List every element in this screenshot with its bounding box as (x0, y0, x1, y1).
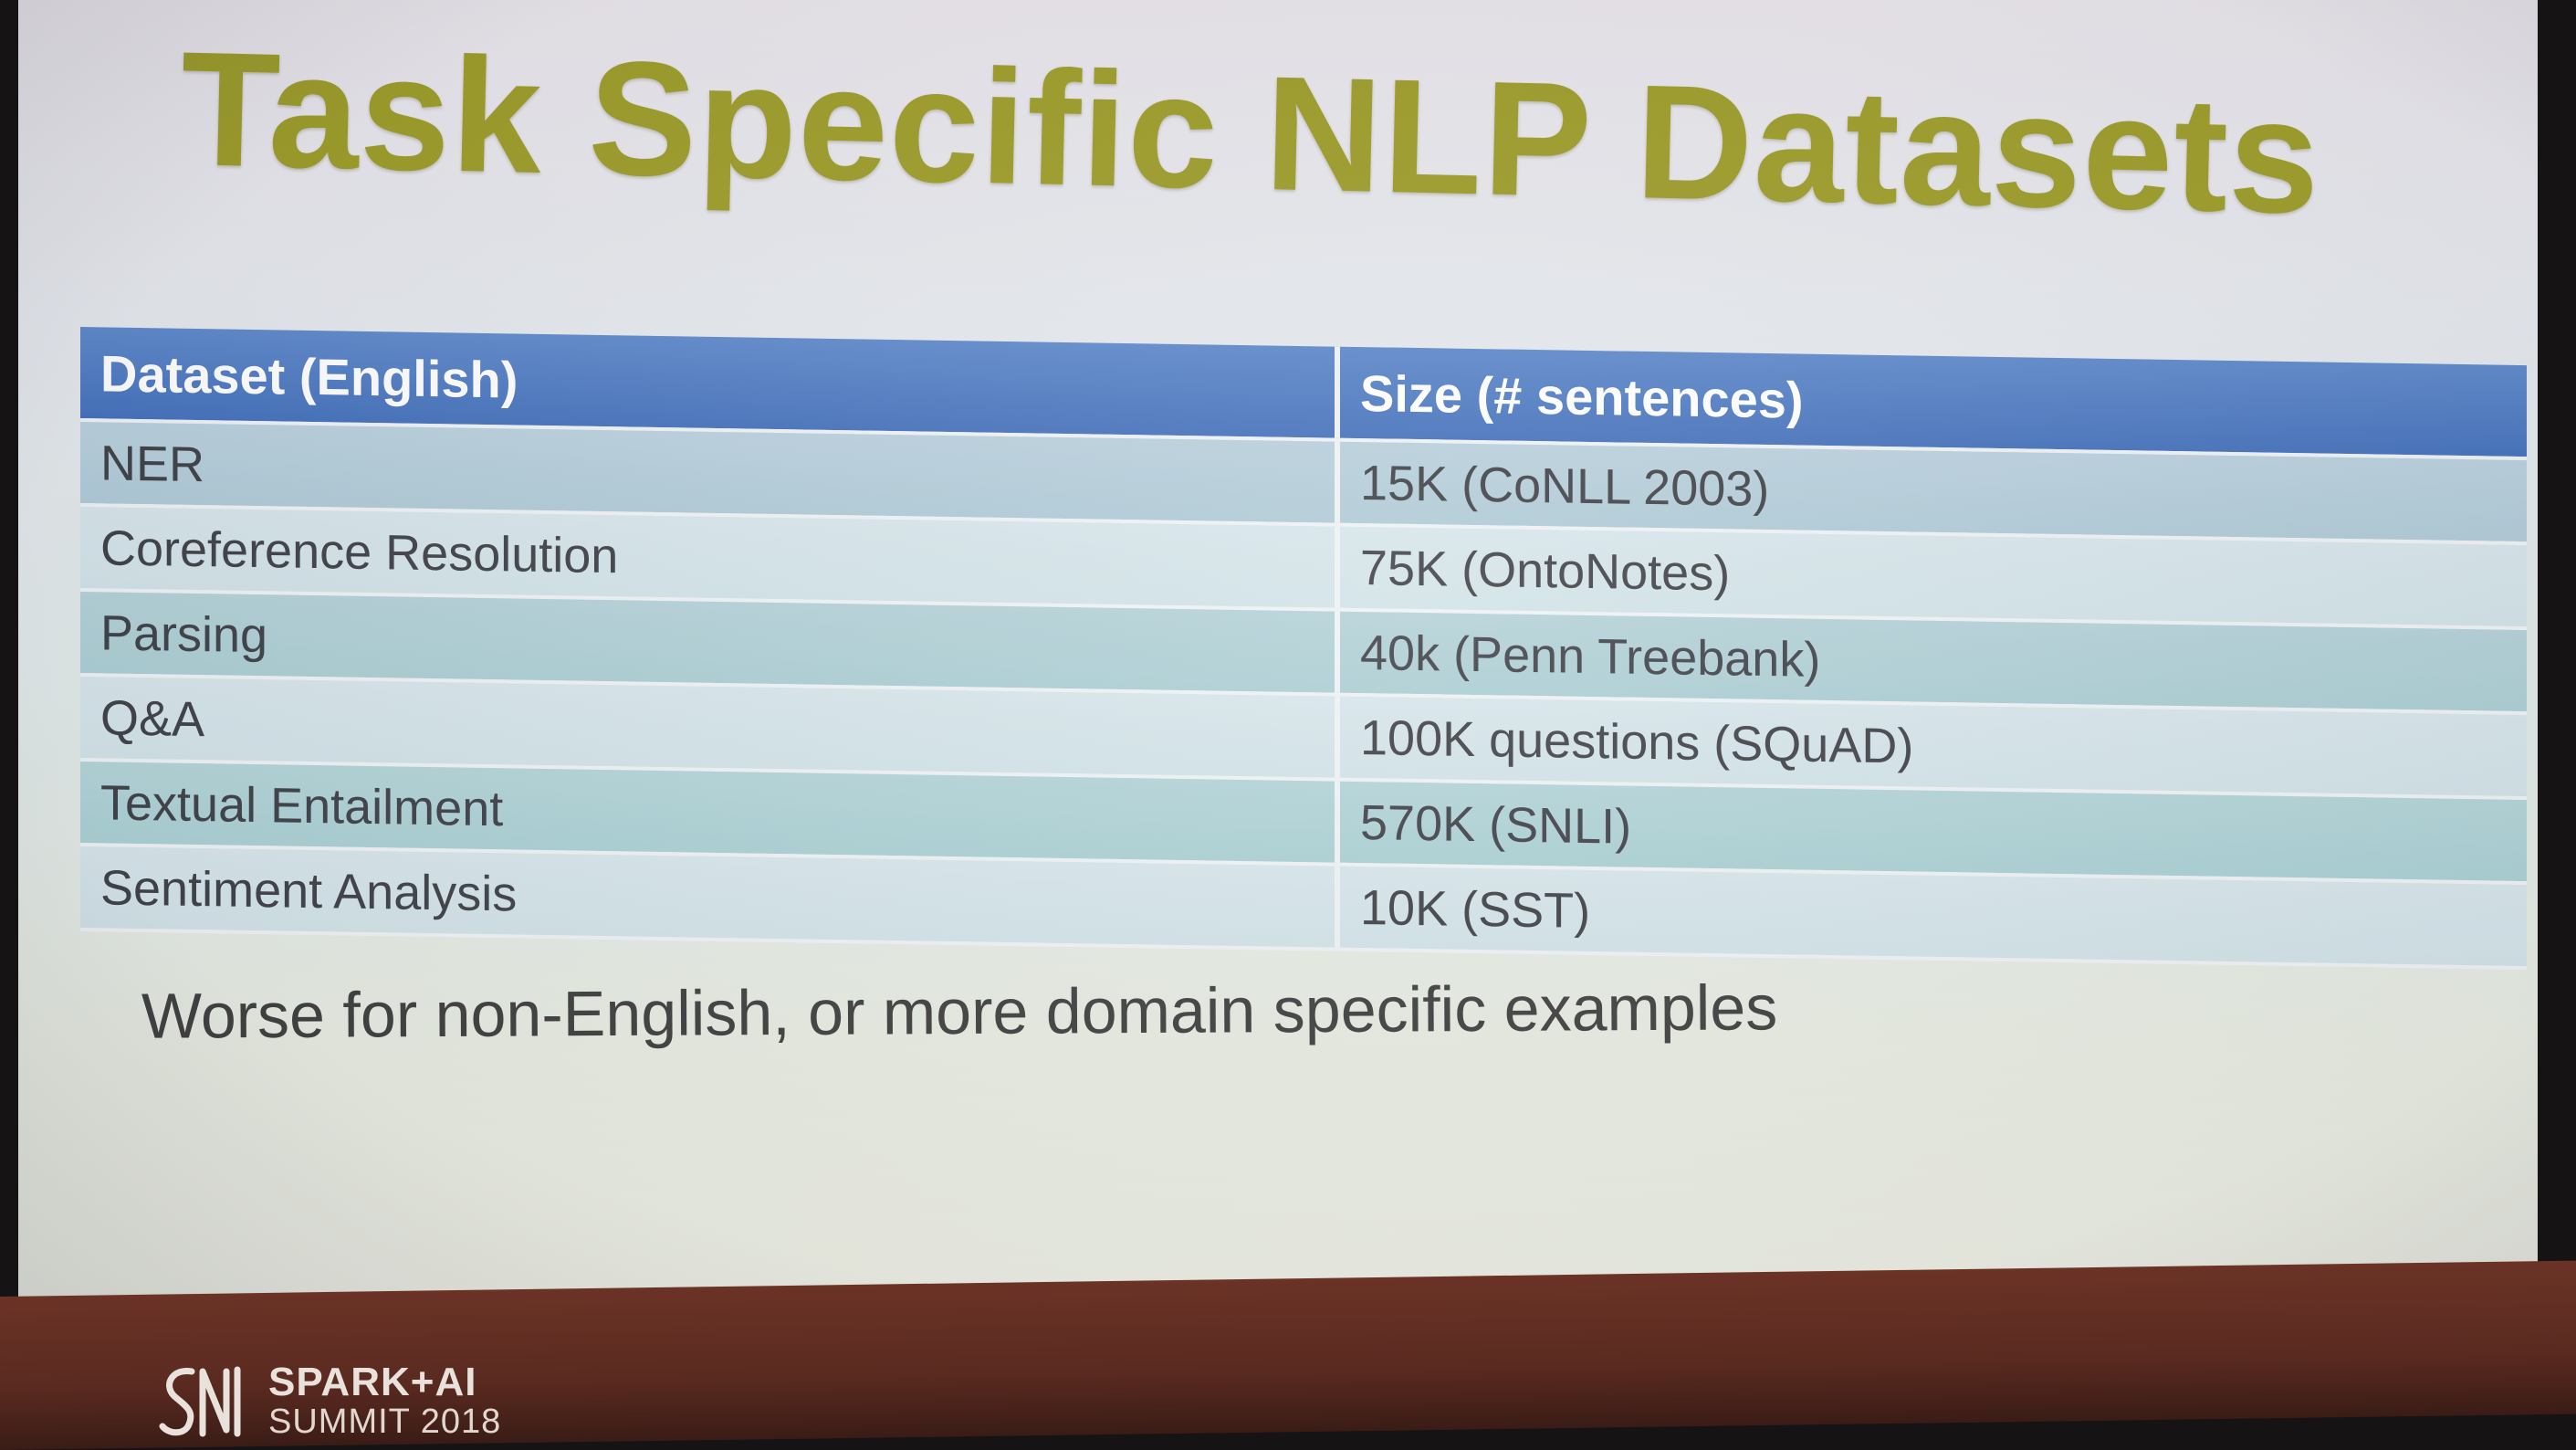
logo-wordmark: SPARK+AI SUMMIT 2018 (268, 1360, 502, 1441)
size-cell: 10K (SST) (1360, 879, 1591, 939)
size-cell: 15K (CoNLL 2003) (1360, 455, 1770, 517)
presentation-photo: Task Specific NLP Datasets Dataset (Engl… (0, 0, 2576, 1450)
summit-logo: SPARK+AI SUMMIT 2018 (155, 1359, 501, 1443)
size-cell: 75K (OntoNotes) (1360, 540, 1731, 601)
table-header-size: Size (# sentences) (1360, 363, 1804, 429)
logo-line-1: SPARK+AI (268, 1360, 477, 1404)
slide-title: Task Specific NLP Datasets (178, 17, 2323, 248)
datasets-table: Dataset (English) Size (# sentences) NER… (80, 327, 2527, 971)
size-cell: 100K questions (SQuAD) (1360, 709, 1914, 774)
spark-ai-logo-icon (159, 1366, 241, 1437)
slide: Task Specific NLP Datasets Dataset (Engl… (18, 0, 2538, 1333)
size-cell: 40k (Penn Treebank) (1360, 625, 1821, 688)
table-header-dataset: Dataset (English) (80, 327, 1340, 438)
slide-note: Worse for non-English, or more domain sp… (141, 972, 1778, 1052)
logo-line-2: SUMMIT 2018 (268, 1403, 502, 1441)
size-cell: 570K (SNLI) (1360, 794, 1632, 855)
